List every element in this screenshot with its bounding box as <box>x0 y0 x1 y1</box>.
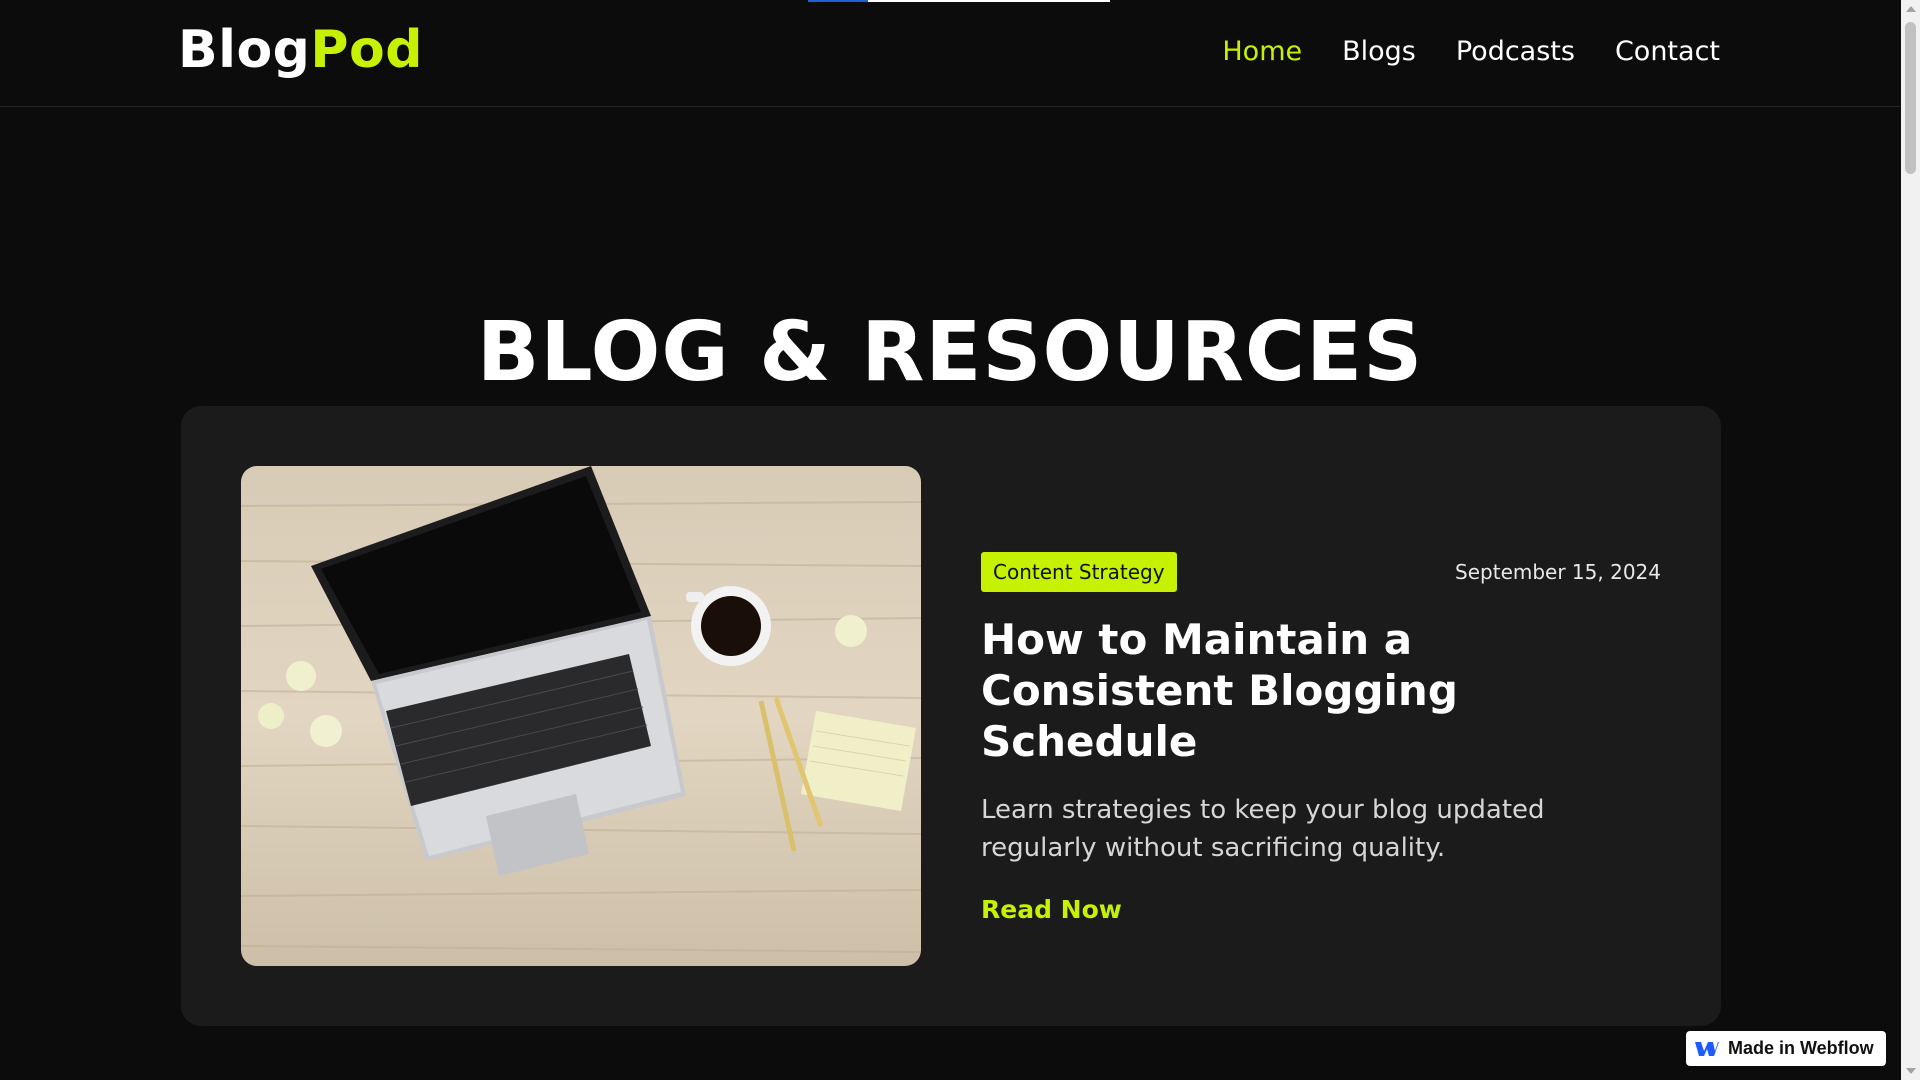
post-title[interactable]: How to Maintain a Consistent Blogging Sc… <box>981 614 1661 767</box>
site-header: BlogPod Home Blogs Podcasts Contact <box>0 0 1900 107</box>
made-in-webflow-badge[interactable]: Made in Webflow <box>1686 1031 1886 1066</box>
post-meta-row: Content Strategy September 15, 2024 <box>981 552 1661 592</box>
laptop-desk-photo-icon <box>241 466 921 966</box>
read-now-link[interactable]: Read Now <box>981 895 1122 924</box>
featured-post-card: Content Strategy September 15, 2024 How … <box>181 406 1721 1026</box>
scrollbar-thumb[interactable] <box>1905 22 1916 174</box>
main-nav: Home Blogs Podcasts Contact <box>1222 36 1720 67</box>
webflow-logo-icon <box>1695 1041 1719 1056</box>
nav-item-home[interactable]: Home <box>1222 36 1302 67</box>
post-date: September 15, 2024 <box>1455 560 1661 584</box>
featured-post-image[interactable] <box>241 466 921 966</box>
badge-label: Made in Webflow <box>1728 1038 1874 1058</box>
featured-post-content: Content Strategy September 15, 2024 How … <box>981 552 1661 924</box>
vertical-scrollbar[interactable] <box>1901 0 1920 1080</box>
scroll-down-arrow-icon[interactable] <box>1906 1068 1916 1074</box>
scroll-up-arrow-icon[interactable] <box>1906 6 1916 12</box>
post-excerpt: Learn strategies to keep your blog updat… <box>981 795 1545 863</box>
logo-text-pod: Pod <box>310 20 423 80</box>
page: BlogPod Home Blogs Podcasts Contact BLOG… <box>0 0 1920 1080</box>
site-logo[interactable]: BlogPod <box>178 20 423 80</box>
nav-item-podcasts[interactable]: Podcasts <box>1456 36 1575 67</box>
logo-text-blog: Blog <box>178 20 311 80</box>
nav-item-blogs[interactable]: Blogs <box>1342 36 1416 67</box>
page-title: BLOG & RESOURCES <box>476 304 1424 400</box>
nav-item-contact[interactable]: Contact <box>1615 36 1720 67</box>
category-tag[interactable]: Content Strategy <box>981 552 1177 592</box>
